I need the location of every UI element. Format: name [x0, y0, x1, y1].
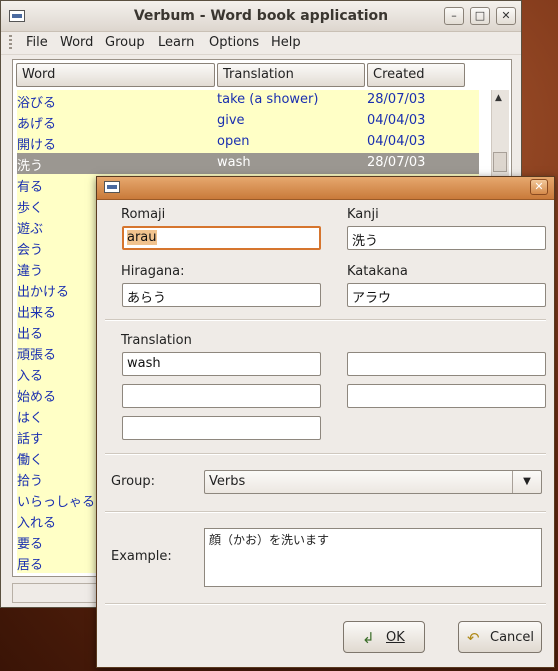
row-word: 洗う: [17, 159, 44, 174]
example-textarea[interactable]: 顔（かお）を洗います: [204, 528, 542, 587]
ok-button[interactable]: ↲ OK: [343, 621, 425, 653]
column-header-translation[interactable]: Translation: [217, 63, 365, 87]
separator: [105, 453, 546, 455]
row-created: 28/07/03: [367, 155, 426, 170]
group-select[interactable]: Verbs ▼: [204, 470, 542, 494]
row-created: 28/07/03: [367, 92, 426, 107]
list-scrollbar[interactable]: ▲: [491, 90, 509, 176]
hiragana-label: Hiragana:: [121, 264, 185, 279]
row-word: あげる: [17, 117, 57, 132]
example-label: Example:: [111, 549, 172, 564]
dialog-titlebar[interactable]: ✕: [97, 177, 554, 200]
column-header-created[interactable]: Created: [367, 63, 465, 87]
row-word: 拾う: [17, 474, 44, 489]
cancel-button-label: Cancel: [490, 630, 535, 645]
menu-help[interactable]: Help: [271, 35, 301, 50]
table-row[interactable]: あげる give 04/04/03: [17, 111, 479, 132]
row-word: 出来る: [17, 306, 57, 321]
katakana-label: Katakana: [347, 264, 408, 279]
row-word: 話す: [17, 432, 44, 447]
row-created: 04/04/03: [367, 113, 426, 128]
translation-input-2[interactable]: [347, 352, 546, 376]
kanji-label: Kanji: [347, 207, 379, 222]
menu-word[interactable]: Word: [60, 35, 93, 50]
row-word: 有る: [17, 180, 44, 195]
romaji-input[interactable]: arau: [122, 226, 321, 250]
row-word: いらっしゃる: [17, 495, 96, 510]
undo-icon: ↶: [467, 629, 480, 647]
window-title: Verbum - Word book application: [133, 8, 389, 24]
menubar: File Word Group Learn Options Help: [1, 32, 521, 55]
cancel-button[interactable]: ↶ Cancel: [458, 621, 542, 653]
row-word: 入れる: [17, 516, 57, 531]
row-word: 浴びる: [17, 96, 57, 111]
maximize-button[interactable]: □: [470, 7, 490, 25]
edit-word-dialog: ✕ Romaji arau Kanji 洗う Hiragana: あらう Kat…: [96, 176, 555, 668]
menu-file[interactable]: File: [26, 35, 48, 50]
menubar-grip-icon: [9, 35, 12, 51]
table-row[interactable]: 浴びる take (a shower) 28/07/03: [17, 90, 479, 111]
scroll-up-icon[interactable]: ▲: [495, 93, 502, 103]
scrollbar-thumb[interactable]: [493, 152, 507, 172]
translation-label: Translation: [121, 333, 192, 348]
minimize-button[interactable]: –: [444, 7, 464, 25]
menu-learn[interactable]: Learn: [158, 35, 194, 50]
row-word: 出る: [17, 327, 44, 342]
row-word: 働く: [17, 453, 44, 468]
row-word: 歩く: [17, 201, 44, 216]
group-select-value: Verbs: [209, 474, 246, 489]
group-label: Group:: [111, 474, 155, 489]
chevron-down-icon[interactable]: ▼: [512, 471, 541, 493]
hiragana-input[interactable]: あらう: [122, 283, 321, 307]
row-translation: open: [217, 134, 250, 149]
separator: [105, 603, 546, 605]
row-word: 開ける: [17, 138, 57, 153]
table-row[interactable]: 開ける open 04/04/03: [17, 132, 479, 153]
translation-input-1[interactable]: wash: [122, 352, 321, 376]
menu-group[interactable]: Group: [105, 35, 145, 50]
row-word: 始める: [17, 390, 57, 405]
row-word: はく: [17, 411, 44, 426]
dialog-close-button[interactable]: ✕: [530, 179, 548, 195]
row-translation: take (a shower): [217, 92, 319, 107]
close-button[interactable]: ✕: [496, 7, 516, 25]
romaji-label: Romaji: [121, 207, 166, 222]
row-word: 入る: [17, 369, 44, 384]
ok-arrow-icon: ↲: [362, 629, 375, 647]
katakana-input[interactable]: アラウ: [347, 283, 546, 307]
row-created: 04/04/03: [367, 134, 426, 149]
row-translation: wash: [217, 155, 251, 170]
row-word: 違う: [17, 264, 44, 279]
dialog-app-icon[interactable]: [104, 181, 120, 193]
separator: [105, 511, 546, 513]
translation-input-3[interactable]: [122, 384, 321, 408]
menu-options[interactable]: Options: [209, 35, 259, 50]
row-word: 居る: [17, 558, 44, 573]
kanji-input[interactable]: 洗う: [347, 226, 546, 250]
ok-button-label: OK: [386, 630, 405, 645]
table-row[interactable]: 洗う wash 28/07/03: [17, 153, 479, 174]
separator: [105, 319, 546, 321]
translation-input-4[interactable]: [347, 384, 546, 408]
row-word: 頑張る: [17, 348, 57, 363]
row-translation: give: [217, 113, 245, 128]
row-word: 会う: [17, 243, 44, 258]
window-titlebar[interactable]: Verbum - Word book application – □ ✕: [1, 1, 521, 32]
row-word: 出かける: [17, 285, 70, 300]
translation-input-5[interactable]: [122, 416, 321, 440]
column-header-word[interactable]: Word: [16, 63, 215, 87]
row-word: 遊ぶ: [17, 222, 44, 237]
row-word: 要る: [17, 537, 44, 552]
